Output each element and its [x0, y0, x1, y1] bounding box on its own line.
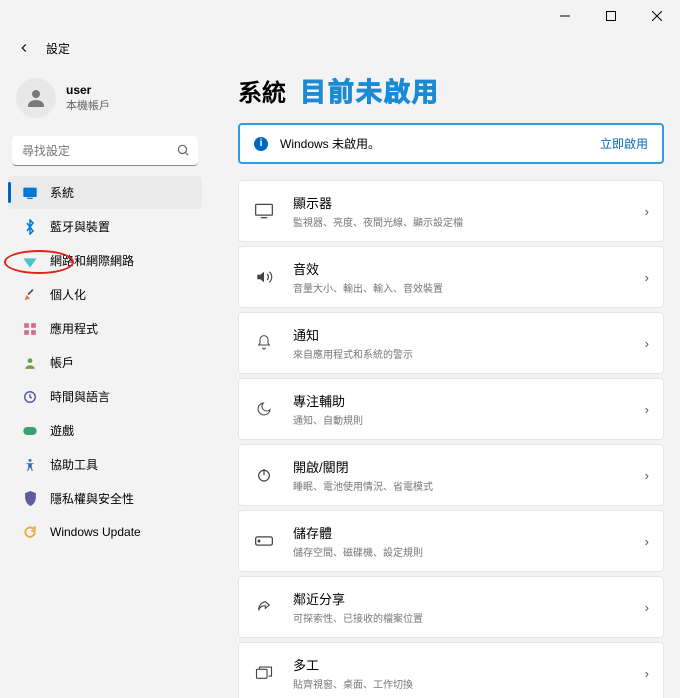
sidebar-item-windows-update[interactable]: Windows Update: [8, 516, 202, 548]
card-display[interactable]: 顯示器監視器、亮度、夜間光線、顯示設定檔 ›: [238, 180, 664, 242]
sidebar: user 本機帳戶 系統 藍牙與裝置 網路和網際網路 個人化: [0, 64, 210, 698]
search-input[interactable]: [12, 136, 198, 166]
accessibility-icon: [22, 457, 38, 473]
sidebar-item-gaming[interactable]: 遊戲: [8, 414, 202, 447]
card-title: 顯示器: [293, 193, 645, 212]
chevron-right-icon: ›: [645, 534, 649, 549]
multitask-icon: [253, 662, 275, 684]
user-name: user: [66, 83, 110, 97]
sidebar-item-accessibility[interactable]: 協助工具: [8, 448, 202, 481]
apps-icon: [22, 321, 38, 337]
avatar-icon: [16, 78, 56, 118]
power-icon: [253, 464, 275, 486]
app-title: 設定: [46, 40, 70, 57]
card-desc: 監視器、亮度、夜間光線、顯示設定檔: [293, 214, 645, 229]
card-focus-assist[interactable]: 專注輔助通知、自動規則 ›: [238, 378, 664, 440]
sidebar-item-network[interactable]: 網路和網際網路: [8, 244, 202, 277]
chevron-right-icon: ›: [645, 270, 649, 285]
sidebar-item-label: 網路和網際網路: [50, 252, 134, 269]
chevron-right-icon: ›: [645, 468, 649, 483]
card-multitasking[interactable]: 多工貼齊視窗、桌面、工作切換 ›: [238, 642, 664, 698]
close-button[interactable]: [634, 0, 680, 32]
card-title: 音效: [293, 259, 645, 278]
card-desc: 儲存空間、磁碟機、設定規則: [293, 544, 645, 559]
sidebar-item-label: 帳戶: [50, 354, 74, 371]
sidebar-item-label: 藍牙與裝置: [50, 218, 110, 235]
chevron-right-icon: ›: [645, 666, 649, 681]
activation-message: Windows 未啟用。: [280, 135, 600, 152]
storage-icon: [253, 530, 275, 552]
moon-icon: [253, 398, 275, 420]
annotation-not-activated: 目前未啟用: [300, 72, 440, 109]
card-desc: 音量大小、輸出、輸入、音效裝置: [293, 280, 645, 295]
minimize-button[interactable]: [542, 0, 588, 32]
search-icon: [176, 143, 190, 160]
accounts-icon: [22, 355, 38, 371]
sidebar-item-label: 遊戲: [50, 422, 74, 439]
sidebar-item-system[interactable]: 系統: [8, 176, 202, 209]
card-desc: 來自應用程式和系統的警示: [293, 346, 645, 361]
activation-banner[interactable]: i Windows 未啟用。 立即啟用: [238, 123, 664, 164]
sidebar-item-label: 應用程式: [50, 320, 98, 337]
card-desc: 睡眠、電池使用情況、省電模式: [293, 478, 645, 493]
personalize-icon: [22, 287, 38, 303]
bell-icon: [253, 332, 275, 354]
sidebar-item-privacy[interactable]: 隱私權與安全性: [8, 482, 202, 515]
card-power[interactable]: 開啟/關閉睡眠、電池使用情況、省電模式 ›: [238, 444, 664, 506]
card-title: 鄰近分享: [293, 589, 645, 608]
time-icon: [22, 389, 38, 405]
back-button[interactable]: [12, 36, 36, 60]
system-icon: [22, 185, 38, 201]
card-title: 多工: [293, 655, 645, 674]
card-desc: 可探索性、已接收的檔案位置: [293, 610, 645, 625]
chevron-right-icon: ›: [645, 336, 649, 351]
card-notifications[interactable]: 通知來自應用程式和系統的警示 ›: [238, 312, 664, 374]
content-area: 系統 目前未啟用 i Windows 未啟用。 立即啟用 顯示器監視器、亮度、夜…: [210, 64, 680, 698]
card-title: 通知: [293, 325, 645, 344]
card-desc: 通知、自動規則: [293, 412, 645, 427]
display-icon: [253, 200, 275, 222]
chevron-right-icon: ›: [645, 402, 649, 417]
privacy-icon: [22, 491, 38, 507]
page-title: 系統: [238, 73, 286, 108]
sidebar-item-accounts[interactable]: 帳戶: [8, 346, 202, 379]
update-icon: [22, 524, 38, 540]
sidebar-item-label: 系統: [50, 184, 74, 201]
card-title: 開啟/關閉: [293, 457, 645, 476]
info-icon: i: [254, 137, 268, 151]
card-nearby-sharing[interactable]: 鄰近分享可探索性、已接收的檔案位置 ›: [238, 576, 664, 638]
sidebar-item-label: 協助工具: [50, 456, 98, 473]
sidebar-item-label: Windows Update: [50, 525, 141, 539]
search-box: [12, 136, 198, 166]
sidebar-item-personalization[interactable]: 個人化: [8, 278, 202, 311]
bluetooth-icon: [22, 219, 38, 235]
sidebar-item-apps[interactable]: 應用程式: [8, 312, 202, 345]
activate-now-link[interactable]: 立即啟用: [600, 135, 648, 152]
gaming-icon: [22, 423, 38, 439]
sidebar-item-bluetooth[interactable]: 藍牙與裝置: [8, 210, 202, 243]
user-account-block[interactable]: user 本機帳戶: [6, 72, 204, 132]
share-icon: [253, 596, 275, 618]
network-icon: [22, 253, 38, 269]
sidebar-item-time-language[interactable]: 時間與語言: [8, 380, 202, 413]
card-title: 儲存體: [293, 523, 645, 542]
card-storage[interactable]: 儲存體儲存空間、磁碟機、設定規則 ›: [238, 510, 664, 572]
card-title: 專注輔助: [293, 391, 645, 410]
sidebar-item-label: 時間與語言: [50, 388, 110, 405]
maximize-button[interactable]: [588, 0, 634, 32]
sound-icon: [253, 266, 275, 288]
chevron-right-icon: ›: [645, 204, 649, 219]
sidebar-item-label: 個人化: [50, 286, 86, 303]
user-subtitle: 本機帳戶: [66, 97, 110, 113]
sidebar-item-label: 隱私權與安全性: [50, 490, 134, 507]
card-sound[interactable]: 音效音量大小、輸出、輸入、音效裝置 ›: [238, 246, 664, 308]
chevron-right-icon: ›: [645, 600, 649, 615]
